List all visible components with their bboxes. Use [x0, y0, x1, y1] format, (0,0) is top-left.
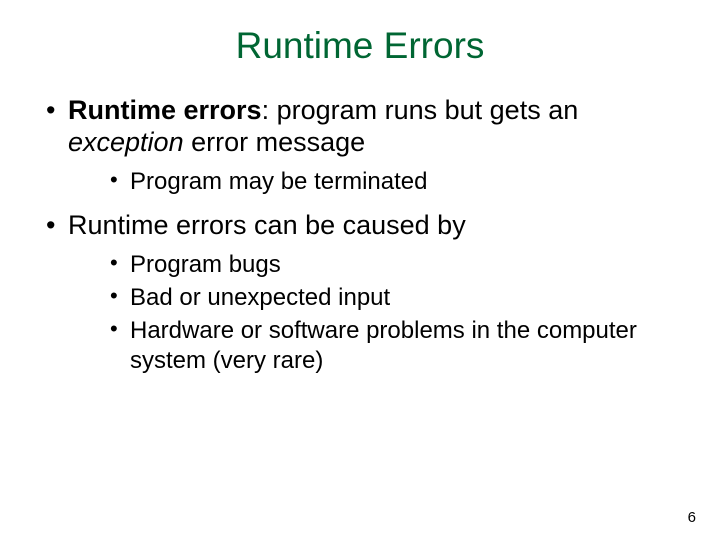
bullet-2-text: Runtime errors can be caused by — [68, 210, 466, 240]
slide: Runtime Errors Runtime errors: program r… — [0, 0, 720, 540]
page-number: 6 — [688, 509, 696, 526]
bullet-1-seg2: error message — [184, 127, 366, 157]
bullet-list: Runtime errors: program runs but gets an… — [40, 95, 680, 375]
bullet-1-term: Runtime errors — [68, 95, 262, 125]
bullet-2-sublist: Program bugs Bad or unexpected input Har… — [68, 250, 680, 375]
bullet-2-sub-3: Hardware or software problems in the com… — [68, 316, 680, 375]
bullet-1-seg1: : program runs but gets an — [262, 95, 579, 125]
bullet-1: Runtime errors: program runs but gets an… — [40, 95, 680, 196]
bullet-1-sublist: Program may be terminated — [68, 167, 680, 196]
bullet-1-sub-1: Program may be terminated — [68, 167, 680, 196]
bullet-2-sub-1: Program bugs — [68, 250, 680, 279]
bullet-1-italic: exception — [68, 127, 184, 157]
bullet-2-sub-2: Bad or unexpected input — [68, 283, 680, 312]
bullet-2: Runtime errors can be caused by Program … — [40, 210, 680, 375]
slide-title: Runtime Errors — [40, 25, 680, 67]
